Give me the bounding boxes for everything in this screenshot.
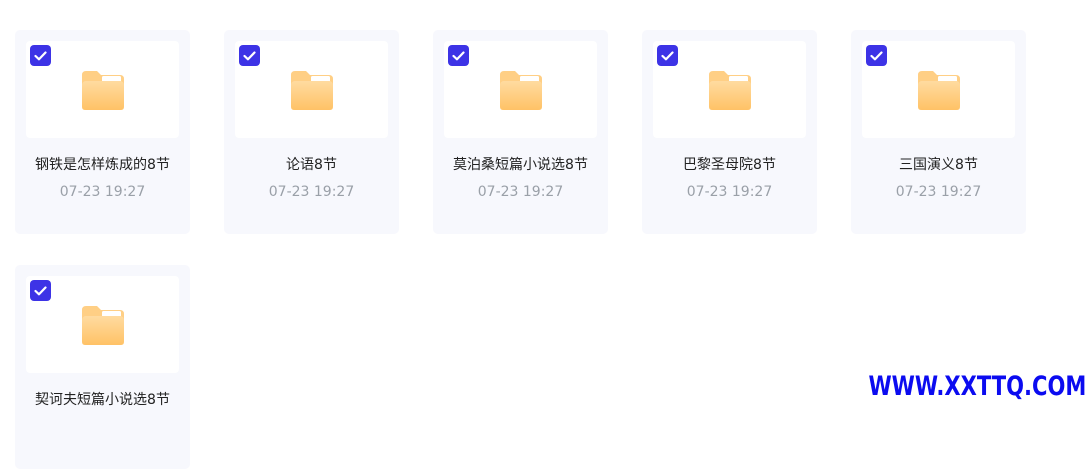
folder-card[interactable]: 三国演义8节 07-23 19:27 <box>851 30 1026 234</box>
folder-card[interactable]: 巴黎圣母院8节 07-23 19:27 <box>642 30 817 234</box>
folder-card[interactable]: 论语8节 07-23 19:27 <box>224 30 399 234</box>
folder-icon <box>498 69 544 111</box>
folder-grid: 钢铁是怎样炼成的8节 07-23 19:27 论语8节 07-23 19:27 <box>15 30 1075 469</box>
folder-name[interactable]: 巴黎圣母院8节 <box>642 154 817 174</box>
checkbox-checked-icon[interactable] <box>30 45 51 66</box>
folder-icon <box>80 69 126 111</box>
folder-icon <box>707 69 753 111</box>
folder-icon <box>916 69 962 111</box>
folder-name[interactable]: 契诃夫短篇小说选8节 <box>15 389 190 409</box>
folder-date: 07-23 19:27 <box>224 184 399 200</box>
folder-icon <box>80 304 126 346</box>
folder-name[interactable]: 莫泊桑短篇小说选8节 <box>433 154 608 174</box>
folder-date: 07-23 19:27 <box>433 184 608 200</box>
folder-date: 07-23 19:27 <box>851 184 1026 200</box>
folder-card[interactable]: 莫泊桑短篇小说选8节 07-23 19:27 <box>433 30 608 234</box>
folder-name[interactable]: 钢铁是怎样炼成的8节 <box>15 154 190 174</box>
folder-card[interactable]: 契诃夫短篇小说选8节 <box>15 265 190 469</box>
checkbox-checked-icon[interactable] <box>239 45 260 66</box>
folder-name[interactable]: 三国演义8节 <box>851 154 1026 174</box>
checkbox-checked-icon[interactable] <box>30 280 51 301</box>
checkbox-checked-icon[interactable] <box>657 45 678 66</box>
checkbox-checked-icon[interactable] <box>866 45 887 66</box>
watermark: WWW.XXTTQ.COM <box>868 371 1086 402</box>
folder-date: 07-23 19:27 <box>15 184 190 200</box>
checkbox-checked-icon[interactable] <box>448 45 469 66</box>
folder-icon <box>289 69 335 111</box>
folder-name[interactable]: 论语8节 <box>224 154 399 174</box>
folder-card[interactable]: 钢铁是怎样炼成的8节 07-23 19:27 <box>15 30 190 234</box>
folder-date: 07-23 19:27 <box>642 184 817 200</box>
